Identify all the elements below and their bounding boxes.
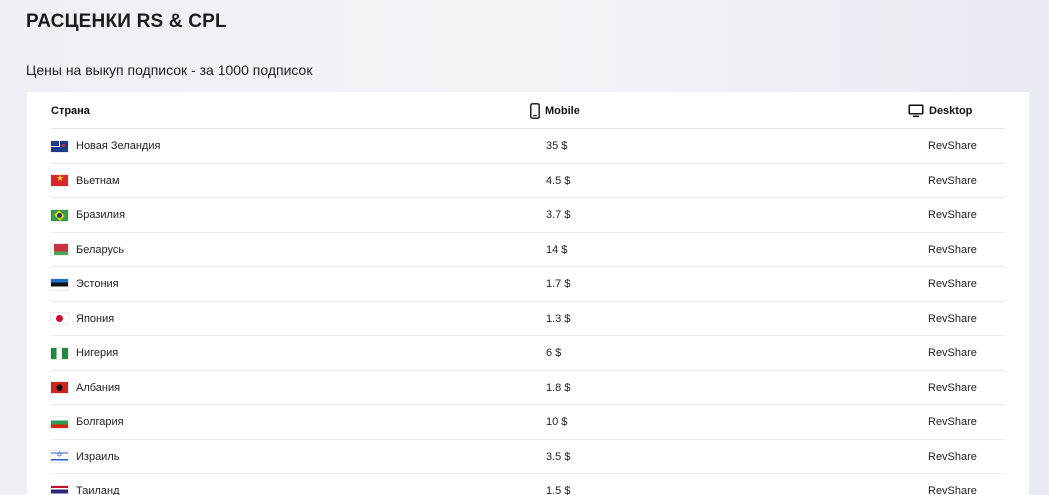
table-row: Таиланд 1.5 $ RevShare xyxy=(51,474,1005,495)
mobile-price: 14 $ xyxy=(546,243,568,256)
country-name: Болгария xyxy=(76,416,124,428)
mobile-price: 10 $ xyxy=(546,416,568,428)
country-name: Нигерия xyxy=(76,347,119,359)
flag-bg-icon xyxy=(51,416,68,428)
country-cell: Албания xyxy=(51,371,120,405)
column-header-mobile: Mobile xyxy=(530,92,580,129)
mobile-price: 1.7 $ xyxy=(546,278,571,290)
column-header-country-label: Страна xyxy=(51,104,90,117)
monitor-icon xyxy=(908,104,924,117)
flag-jp-icon xyxy=(51,313,68,324)
mobile-price: 6 $ xyxy=(546,347,562,359)
flag-al-icon xyxy=(51,382,68,393)
prices-table-card: Страна Mobile Desktop Новая Зеландия 35 … xyxy=(27,92,1029,495)
column-header-desktop: Desktop xyxy=(908,92,972,129)
table-row: Эстония 1.7 $ RevShare xyxy=(51,267,1005,302)
page-title: РАСЦЕНКИ RS & CPL xyxy=(26,11,227,32)
country-cell: Израиль xyxy=(51,440,119,474)
table-header: Страна Mobile Desktop xyxy=(51,92,1005,129)
flag-ng-icon xyxy=(51,347,68,359)
table-row: Беларусь 14 $ RevShare xyxy=(51,233,1005,267)
page-subtitle: Цены на выкуп подписок - за 1000 подписо… xyxy=(26,62,313,78)
flag-nz-icon xyxy=(51,140,68,152)
country-name: Эстония xyxy=(76,278,119,290)
desktop-price: RevShare xyxy=(928,347,977,359)
country-name: Япония xyxy=(76,312,115,325)
mobile-price: 1.5 $ xyxy=(546,485,571,495)
country-name: Бразилия xyxy=(76,209,126,221)
table-row: Бразилия 3.7 $ RevShare xyxy=(51,198,1005,233)
country-cell: Таиланд xyxy=(51,474,120,495)
desktop-price: RevShare xyxy=(928,312,977,325)
desktop-price: RevShare xyxy=(928,278,977,290)
table-row: Албания 1.8 $ RevShare xyxy=(51,371,1005,405)
flag-br-icon xyxy=(51,209,68,221)
page: РАСЦЕНКИ RS & CPL Цены на выкуп подписок… xyxy=(0,0,1049,495)
desktop-price: RevShare xyxy=(928,450,977,463)
table-row: Япония 1.3 $ RevShare xyxy=(51,302,1005,336)
country-cell: Япония xyxy=(51,302,114,336)
mobile-price: 4.5 $ xyxy=(546,174,571,187)
desktop-price: RevShare xyxy=(928,381,977,394)
table-row: Нигерия 6 $ RevShare xyxy=(51,336,1005,371)
flag-th-icon xyxy=(51,485,68,495)
table-row: Болгария 10 $ RevShare xyxy=(51,405,1005,440)
country-name: Израиль xyxy=(76,450,120,463)
table-body: Новая Зеландия 35 $ RevShare Вьетнам 4.5… xyxy=(51,129,1005,495)
country-name: Беларусь xyxy=(76,243,125,256)
flag-ee-icon xyxy=(51,278,68,290)
mobile-price: 3.7 $ xyxy=(546,209,571,221)
flag-by-icon xyxy=(51,244,68,255)
mobile-price: 1.3 $ xyxy=(546,312,571,325)
country-cell: Эстония xyxy=(51,267,119,301)
mobile-price: 35 $ xyxy=(546,140,568,152)
desktop-price: RevShare xyxy=(928,209,977,221)
country-name: Новая Зеландия xyxy=(76,140,161,152)
desktop-price: RevShare xyxy=(928,140,977,152)
flag-il-icon xyxy=(51,451,68,462)
flag-vn-icon xyxy=(51,175,68,186)
table-row: Вьетнам 4.5 $ RevShare xyxy=(51,164,1005,198)
desktop-price: RevShare xyxy=(928,243,977,256)
country-cell: Новая Зеландия xyxy=(51,129,160,163)
desktop-price: RevShare xyxy=(928,416,977,428)
country-name: Таиланд xyxy=(76,485,120,495)
mobile-price: 1.8 $ xyxy=(546,381,571,394)
country-name: Албания xyxy=(76,381,121,394)
country-cell: Болгария xyxy=(51,405,124,439)
country-cell: Беларусь xyxy=(51,233,124,267)
column-header-mobile-label: Mobile xyxy=(545,104,580,117)
table-row: Новая Зеландия 35 $ RevShare xyxy=(51,129,1005,164)
country-cell: Вьетнам xyxy=(51,164,120,198)
country-name: Вьетнам xyxy=(76,174,120,187)
country-cell: Нигерия xyxy=(51,336,118,370)
table-row: Израиль 3.5 $ RevShare xyxy=(51,440,1005,474)
desktop-price: RevShare xyxy=(928,485,977,495)
column-header-country: Страна xyxy=(51,92,90,129)
column-header-desktop-label: Desktop xyxy=(929,104,973,117)
smartphone-icon xyxy=(530,102,540,119)
country-cell: Бразилия xyxy=(51,198,125,232)
desktop-price: RevShare xyxy=(928,174,977,187)
mobile-price: 3.5 $ xyxy=(546,450,571,463)
